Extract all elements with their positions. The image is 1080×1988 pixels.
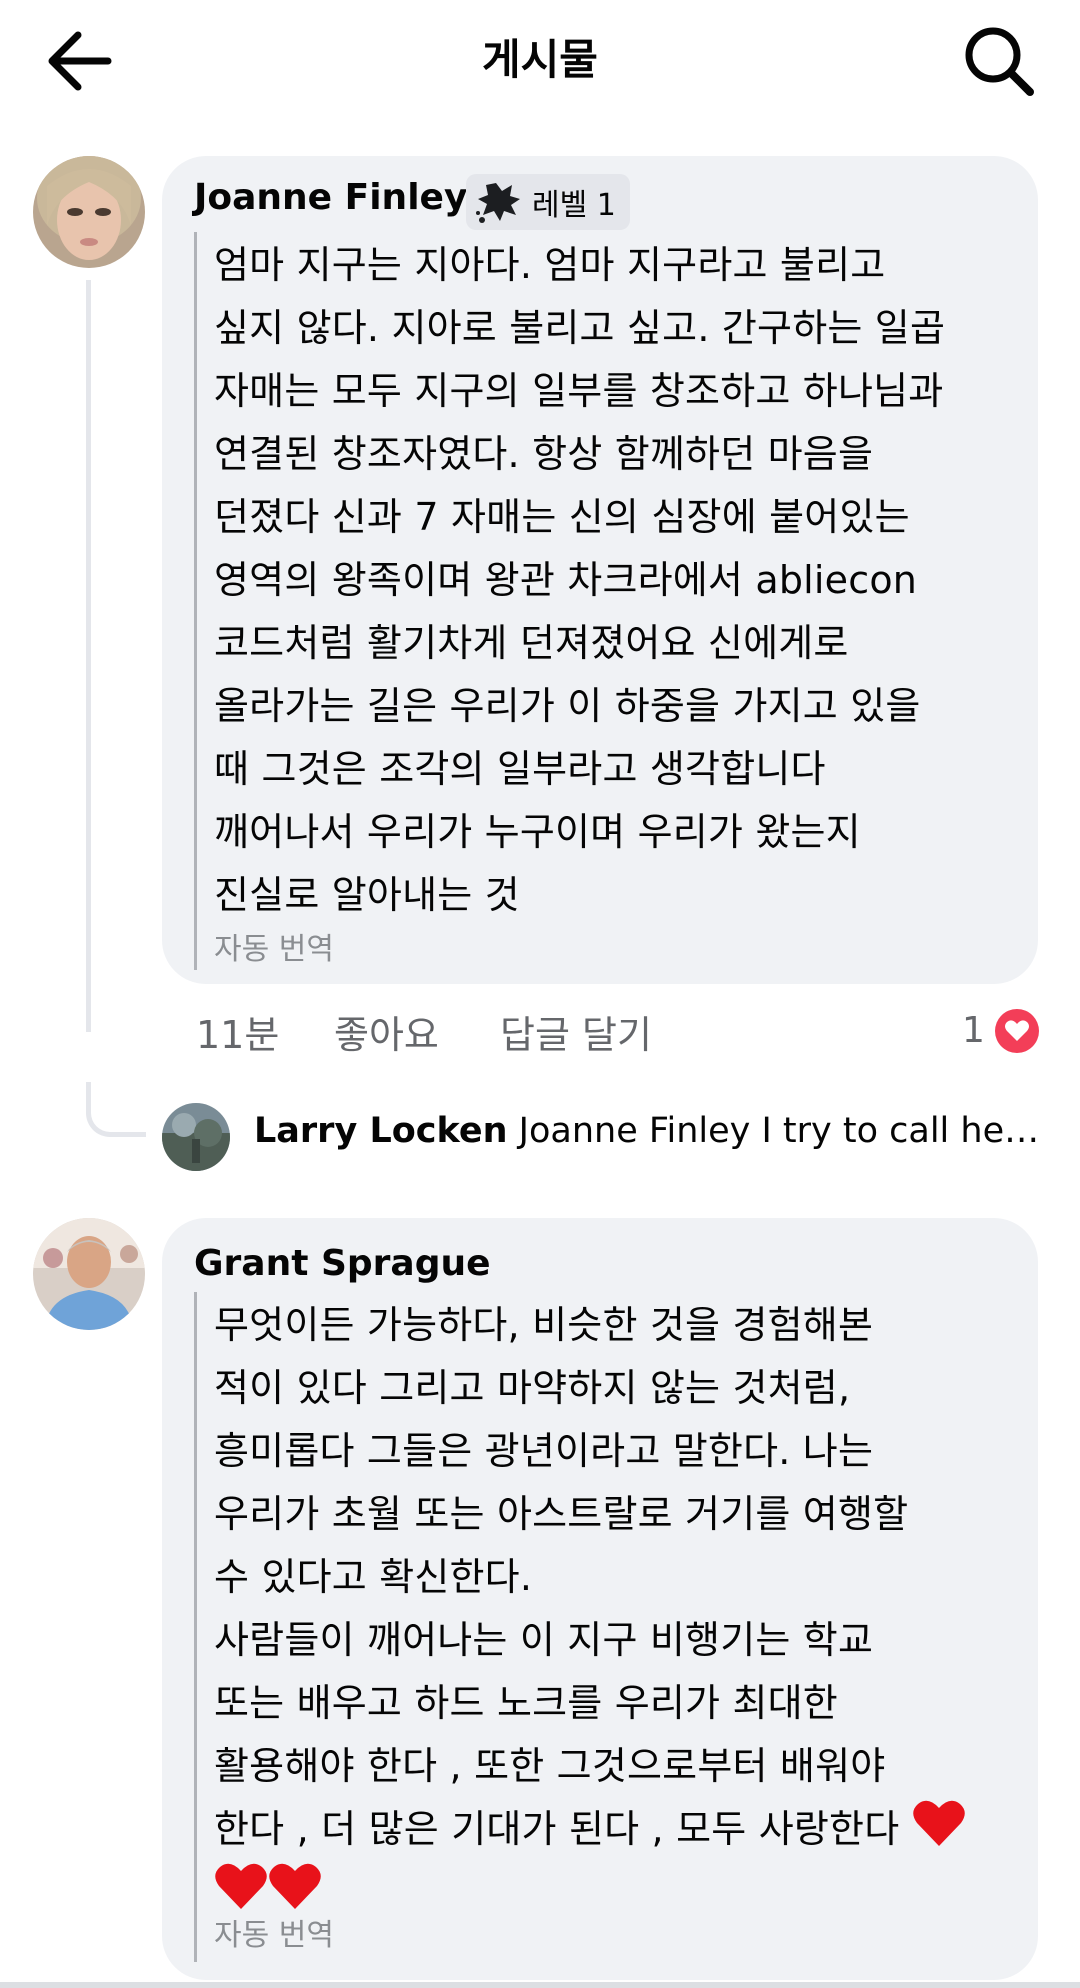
thread-elbow	[86, 1082, 146, 1137]
comment-line-text: 한다 , 더 많은 기대가 된다 , 모두 사랑한다	[214, 1807, 900, 1851]
comment-line: 활용해야 한다 , 또한 그것으로부터 배워야	[214, 1744, 886, 1788]
avatar-larry-locken[interactable]	[162, 1103, 230, 1171]
avatar-joanne-finley[interactable]	[33, 156, 145, 268]
comment-line: 또는 배우고 하드 노크를 우리가 최대한	[214, 1681, 838, 1725]
comment-author[interactable]: Grant Sprague	[194, 1240, 491, 1288]
splat-icon	[476, 183, 520, 223]
comment-line: 올라가는 길은 우리가 이 하중을 가지고 있을	[214, 684, 921, 728]
comment-line: 영역의 왕족이며 왕관 차크라에서 abliecon	[214, 558, 918, 602]
reply-button[interactable]: 답글 달기	[500, 1010, 652, 1060]
comment-line: 연결된 창조자였다. 항상 함께하던 마음을	[214, 432, 874, 476]
comment-line: 무엇이든 가능하다, 비슷한 것을 경험해본	[214, 1303, 874, 1347]
translation-bar	[194, 1292, 197, 1962]
comment-line: 사람들이 깨어나는 이 지구 비행기는 학교	[214, 1618, 874, 1662]
comment-line	[214, 1861, 966, 1924]
comment-line: 엄마 지구는 지아다. 엄마 지구라고 불리고	[214, 243, 886, 287]
comment-author[interactable]: Joanne Finley	[194, 174, 467, 222]
thread-line	[86, 280, 91, 1032]
level-label: 레벨 1	[532, 188, 616, 223]
auto-translate-label[interactable]: 자동 번역	[214, 1916, 334, 1956]
comment-line: 싶지 않다. 지아로 불리고 싶고. 간구하는 일곱	[214, 306, 946, 350]
avatar-grant-sprague[interactable]	[33, 1218, 145, 1330]
reaction-count: 1	[962, 1010, 985, 1051]
page-title: 게시물	[482, 35, 598, 84]
red-heart-emoji	[269, 1863, 321, 1909]
comment-line: 수 있다고 확신한다.	[214, 1555, 533, 1599]
reply-preview[interactable]: Larry Locken Joanne Finley I try to call…	[254, 1106, 1044, 1156]
comment-line: 한다 , 더 많은 기대가 된다 , 모두 사랑한다	[214, 1798, 966, 1861]
reply-text: Joanne Finley I try to call her mo...	[518, 1111, 1044, 1151]
comment-line: 적이 있다 그리고 마약하지 않는 것처럼,	[214, 1366, 851, 1410]
comment-line: 우리가 초월 또는 아스트랄로 거기를 여행할	[214, 1492, 909, 1536]
top-bar: 게시물	[0, 0, 1080, 125]
comment-time: 11분	[196, 1013, 280, 1057]
like-button[interactable]: 좋아요	[334, 1010, 439, 1060]
comment-line: 흥미롭다 그들은 광년이라고 말한다. 나는	[214, 1429, 874, 1473]
level-badge[interactable]: 레벨 1	[466, 174, 630, 230]
heart-icon[interactable]	[994, 1008, 1040, 1054]
comment-text: 무엇이든 가능하다, 비슷한 것을 경험해본 적이 있다 그리고 마약하지 않는…	[214, 1294, 966, 1924]
comment-text: 엄마 지구는 지아다. 엄마 지구라고 불리고 싶지 않다. 지아로 불리고 싶…	[214, 234, 945, 927]
comment-line: 진실로 알아내는 것	[214, 873, 520, 917]
comment-line: 던졌다 신과 7 자매는 신의 심장에 붙어있는	[214, 495, 910, 539]
comment-line: 깨어나서 우리가 누구이며 우리가 왔는지	[214, 810, 861, 854]
reply-author: Larry Locken	[254, 1111, 508, 1151]
comment-line: 코드처럼 활기차게 던져졌어요 신에게로	[214, 621, 849, 665]
bottom-divider	[0, 1982, 1080, 1988]
auto-translate-label[interactable]: 자동 번역	[214, 930, 334, 970]
translation-bar	[194, 232, 197, 970]
comment-line: 자매는 모두 지구의 일부를 창조하고 하나님과	[214, 369, 944, 413]
search-button[interactable]	[962, 24, 1036, 98]
red-heart-emoji	[912, 1800, 965, 1846]
comment-line: 때 그것은 조각의 일부라고 생각합니다	[214, 747, 826, 791]
search-icon	[965, 27, 1034, 96]
red-heart-emoji	[215, 1863, 267, 1909]
